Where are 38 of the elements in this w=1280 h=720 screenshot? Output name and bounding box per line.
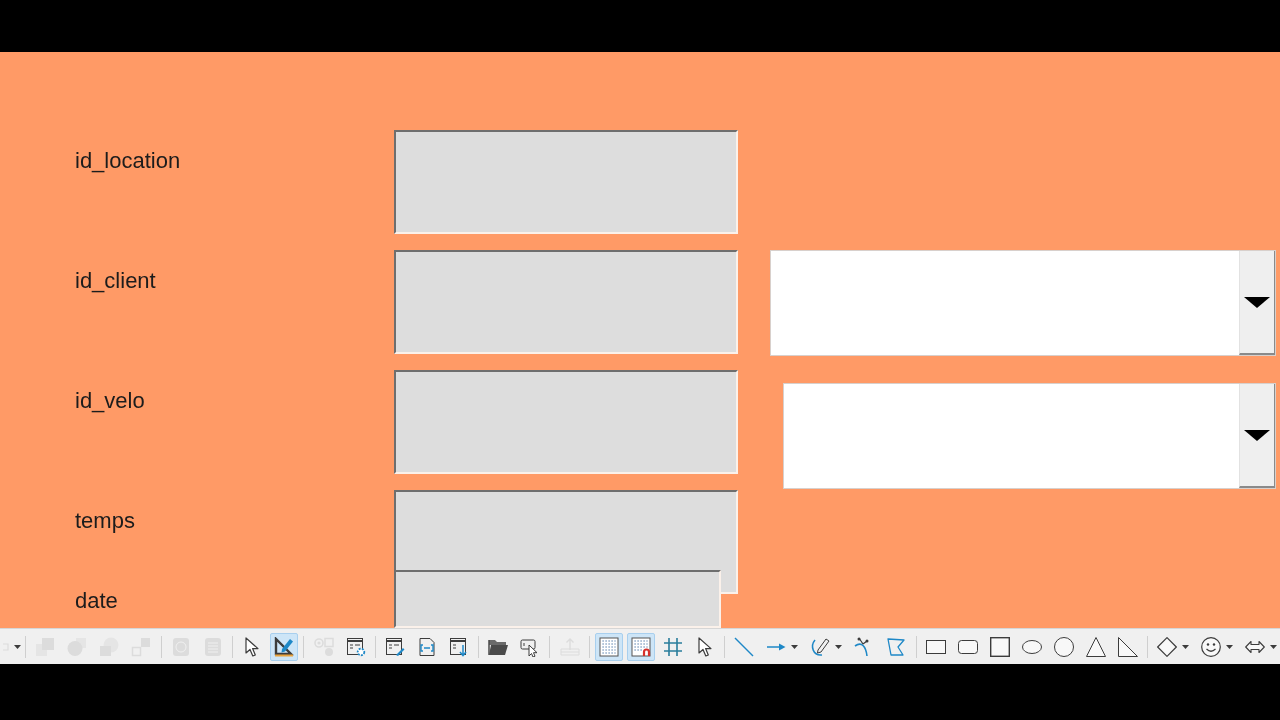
diamond-icon	[1157, 636, 1178, 657]
set-square-pencil-icon	[274, 636, 295, 657]
text-field[interactable]	[394, 370, 738, 474]
dropdown-button[interactable]	[1239, 384, 1275, 488]
double-arrow-icon	[1245, 639, 1266, 654]
rectangle-icon	[925, 639, 946, 654]
curve-pencil-icon	[810, 636, 831, 657]
triangle-icon	[1085, 636, 1106, 657]
text-field-edge	[721, 570, 738, 594]
field-label: id_velo	[75, 388, 145, 414]
form-gear-icon	[345, 636, 366, 657]
field-label: id_client	[75, 268, 156, 294]
caret-icon	[1244, 429, 1270, 441]
toolbar-button[interactable]	[270, 632, 299, 661]
crosshatch-icon	[663, 636, 683, 657]
field-label: id_location	[75, 148, 181, 174]
form-brackets-icon	[416, 636, 437, 657]
field-label: date	[75, 588, 118, 614]
text-field[interactable]	[394, 250, 738, 354]
smiley-icon	[1201, 636, 1222, 657]
circle-icon	[1053, 636, 1074, 657]
right-triangle-icon	[1117, 636, 1138, 657]
text-field[interactable]	[394, 490, 738, 570]
dropdown-button[interactable]	[1239, 251, 1275, 355]
grid-magnet-icon	[631, 636, 651, 657]
ellipse-icon	[1021, 639, 1042, 654]
pointer-icon	[695, 636, 715, 657]
caret-icon	[1244, 296, 1270, 308]
field-label: temps	[75, 508, 135, 534]
form-pen-icon	[384, 636, 405, 657]
square-icon	[989, 636, 1010, 657]
grid-icon	[599, 636, 619, 657]
line-icon	[734, 636, 755, 657]
text-field[interactable]	[394, 570, 721, 628]
rounded-rectangle-icon	[957, 639, 978, 654]
toolbar-button[interactable]	[627, 632, 655, 661]
polygon-icon	[886, 636, 907, 657]
text-field[interactable]	[394, 130, 738, 234]
